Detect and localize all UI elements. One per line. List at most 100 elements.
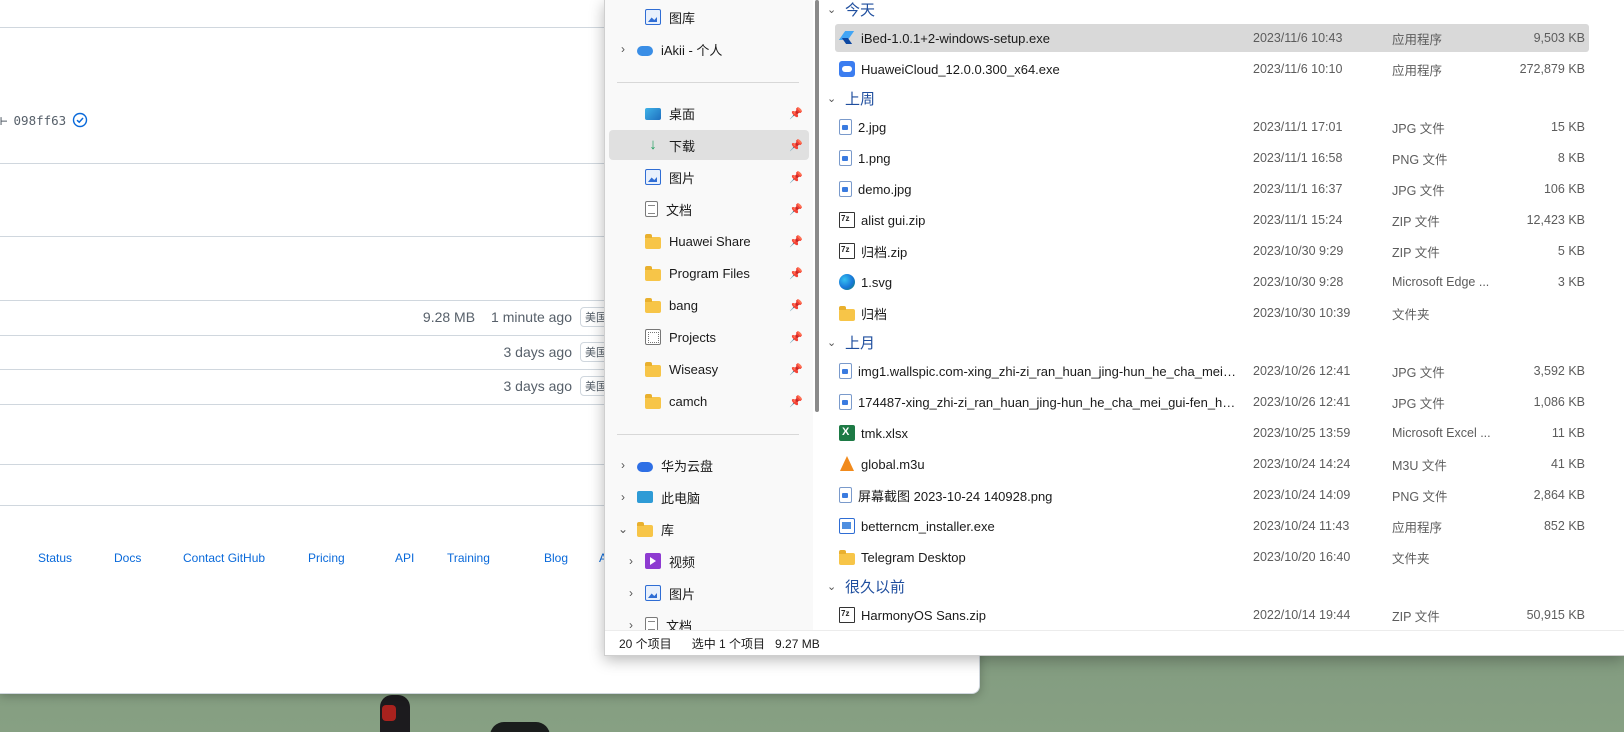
nav-item-camch[interactable]: camch 📌 bbox=[609, 386, 809, 416]
pin-icon[interactable]: 📌 bbox=[789, 395, 803, 408]
chevron-down-icon[interactable]: ⌄ bbox=[615, 522, 631, 536]
file-row[interactable]: 174487-xing_zhi-zi_ran_huan_jing-hun_he_… bbox=[835, 388, 1589, 416]
image-file-icon bbox=[839, 119, 852, 135]
release-asset-row[interactable]: 9.28 MB 1 minute ago 美国 bbox=[0, 300, 610, 334]
divider bbox=[0, 404, 610, 405]
footer-link-docs[interactable]: Docs bbox=[114, 551, 183, 565]
pin-icon[interactable]: 📌 bbox=[789, 235, 803, 248]
nav-item-videos[interactable]: › 视频 bbox=[617, 546, 813, 576]
nav-item-gallery[interactable]: 图库 bbox=[609, 2, 809, 32]
huawei-cloud-icon bbox=[637, 462, 653, 472]
release-asset-row[interactable]: 3 days ago 美国 bbox=[0, 369, 610, 403]
footer-links: Status Docs Contact GitHub Pricing API T… bbox=[38, 551, 619, 565]
nav-item-libraries[interactable]: ⌄ 库 bbox=[609, 514, 809, 544]
file-row[interactable]: global.m3u 2023/10/24 14:24 M3U 文件 41 KB bbox=[835, 450, 1589, 478]
divider bbox=[0, 163, 610, 164]
chevron-right-icon[interactable]: › bbox=[615, 42, 631, 56]
huawei-cloud-app-icon bbox=[839, 61, 855, 77]
nav-item-projects[interactable]: Projects 📌 bbox=[609, 322, 809, 352]
file-row[interactable]: 1.svg 2023/10/30 9:28 Microsoft Edge ...… bbox=[835, 268, 1589, 296]
7zip-archive-icon bbox=[839, 212, 855, 228]
image-file-icon bbox=[839, 394, 852, 410]
file-row[interactable]: img1.wallspic.com-xing_zhi-zi_ran_huan_j… bbox=[835, 357, 1589, 385]
projects-icon bbox=[645, 329, 661, 345]
image-file-icon bbox=[839, 150, 852, 166]
commit-hash[interactable]: 098ff63 bbox=[14, 113, 67, 128]
flutter-icon bbox=[839, 30, 855, 46]
file-row[interactable]: tmk.xlsx 2023/10/25 13:59 Microsoft Exce… bbox=[835, 419, 1589, 447]
footer-link-contact[interactable]: Contact GitHub bbox=[183, 551, 308, 565]
pictures-icon bbox=[645, 169, 661, 185]
status-bar: 20 个项目 选中 1 个项目 9.27 MB bbox=[605, 630, 1624, 656]
wallpaper-figure bbox=[380, 695, 410, 732]
nav-item-huawei-cloud[interactable]: › 华为云盘 bbox=[609, 450, 809, 480]
file-row[interactable]: HuaweiCloud_12.0.0.300_x64.exe 2023/11/6… bbox=[835, 55, 1589, 83]
verified-check-icon[interactable] bbox=[72, 112, 88, 128]
pin-icon[interactable]: 📌 bbox=[789, 363, 803, 376]
chevron-down-icon: ⌄ bbox=[827, 3, 837, 16]
file-row[interactable]: 归档 2023/10/30 10:39 文件夹 bbox=[835, 299, 1589, 327]
nav-item-documents[interactable]: 文档 📌 bbox=[609, 194, 809, 224]
pin-icon[interactable]: 📌 bbox=[789, 203, 803, 216]
pin-icon[interactable]: 📌 bbox=[789, 267, 803, 280]
footer-link-blog[interactable]: Blog bbox=[544, 551, 599, 565]
file-row[interactable]: alist gui.zip 2023/11/1 15:24 ZIP 文件 12,… bbox=[835, 206, 1589, 234]
chevron-right-icon[interactable]: › bbox=[615, 458, 631, 472]
nav-item-program-files[interactable]: Program Files 📌 bbox=[609, 258, 809, 288]
folder-icon bbox=[645, 265, 661, 281]
asset-age: 1 minute ago bbox=[491, 309, 572, 325]
nav-item-bang[interactable]: bang 📌 bbox=[609, 290, 809, 320]
pin-icon[interactable]: 📌 bbox=[789, 171, 803, 184]
nav-item-downloads[interactable]: ↓ 下载 📌 bbox=[609, 130, 809, 160]
selection-count: 选中 1 个项目 bbox=[691, 637, 766, 651]
footer-link-status[interactable]: Status bbox=[38, 551, 114, 565]
file-row[interactable]: 屏幕截图 2023-10-24 140928.png 2023/10/24 14… bbox=[835, 481, 1589, 509]
group-header-last-week[interactable]: ⌄ 上周 bbox=[827, 87, 875, 109]
nav-item-onedrive[interactable]: › iAkii - 个人 bbox=[609, 34, 809, 64]
nav-item-this-pc[interactable]: › 此电脑 bbox=[609, 482, 809, 512]
group-header-today[interactable]: ⌄ 今天 bbox=[827, 0, 875, 20]
excel-icon bbox=[839, 425, 855, 441]
folder-icon bbox=[645, 361, 661, 377]
file-row[interactable]: demo.jpg 2023/11/1 16:37 JPG 文件 106 KB bbox=[835, 175, 1589, 203]
library-folder-icon bbox=[637, 521, 653, 537]
file-row[interactable]: 归档.zip 2023/10/30 9:29 ZIP 文件 5 KB bbox=[835, 237, 1589, 265]
file-row[interactable]: 2.jpg 2023/11/1 17:01 JPG 文件 15 KB bbox=[835, 113, 1589, 141]
footer-link-training[interactable]: Training bbox=[447, 551, 544, 565]
7zip-archive-icon bbox=[839, 607, 855, 623]
pin-icon[interactable]: 📌 bbox=[789, 299, 803, 312]
chevron-right-icon[interactable]: › bbox=[623, 554, 639, 568]
nav-scrollbar[interactable] bbox=[815, 0, 819, 412]
folder-icon bbox=[645, 393, 661, 409]
image-file-icon bbox=[839, 363, 852, 379]
release-asset-row[interactable]: 3 days ago 美国 bbox=[0, 335, 610, 369]
nav-item-desktop[interactable]: 桌面 📌 bbox=[609, 98, 809, 128]
nav-item-library-documents[interactable]: › 文档 bbox=[617, 610, 813, 630]
nav-item-huawei-share[interactable]: Huawei Share 📌 bbox=[609, 226, 809, 256]
nav-item-pictures[interactable]: 图片 📌 bbox=[609, 162, 809, 192]
file-row[interactable]: 1.png 2023/11/1 16:58 PNG 文件 8 KB bbox=[835, 144, 1589, 172]
videos-icon bbox=[645, 553, 661, 569]
nav-item-library-pictures[interactable]: › 图片 bbox=[617, 578, 813, 608]
group-header-long-ago[interactable]: ⌄ 很久以前 bbox=[827, 575, 905, 597]
folder-icon bbox=[839, 549, 855, 565]
file-row[interactable]: iBed-1.0.1+2-windows-setup.exe 2023/11/6… bbox=[835, 24, 1589, 52]
nav-item-wiseasy[interactable]: Wiseasy 📌 bbox=[609, 354, 809, 384]
file-row[interactable]: Telegram Desktop 2023/10/20 16:40 文件夹 bbox=[835, 543, 1589, 571]
nav-divider bbox=[617, 82, 799, 83]
footer-link-api[interactable]: API bbox=[395, 551, 447, 565]
chevron-right-icon[interactable]: › bbox=[623, 586, 639, 600]
footer-link-pricing[interactable]: Pricing bbox=[308, 551, 395, 565]
chevron-right-icon[interactable]: › bbox=[623, 618, 639, 630]
pin-icon[interactable]: 📌 bbox=[789, 107, 803, 120]
chevron-right-icon[interactable]: › bbox=[615, 490, 631, 504]
edge-icon bbox=[839, 274, 855, 290]
pin-icon[interactable]: 📌 bbox=[789, 139, 803, 152]
file-row[interactable]: betterncm_installer.exe 2023/10/24 11:43… bbox=[835, 512, 1589, 540]
file-row[interactable]: HarmonyOS Sans.zip 2022/10/14 19:44 ZIP … bbox=[835, 601, 1589, 629]
pin-icon[interactable]: 📌 bbox=[789, 331, 803, 344]
this-pc-icon bbox=[637, 491, 653, 503]
asset-age: 3 days ago bbox=[503, 344, 573, 360]
group-header-last-month[interactable]: ⌄ 上月 bbox=[827, 331, 875, 353]
download-icon: ↓ bbox=[649, 136, 657, 153]
